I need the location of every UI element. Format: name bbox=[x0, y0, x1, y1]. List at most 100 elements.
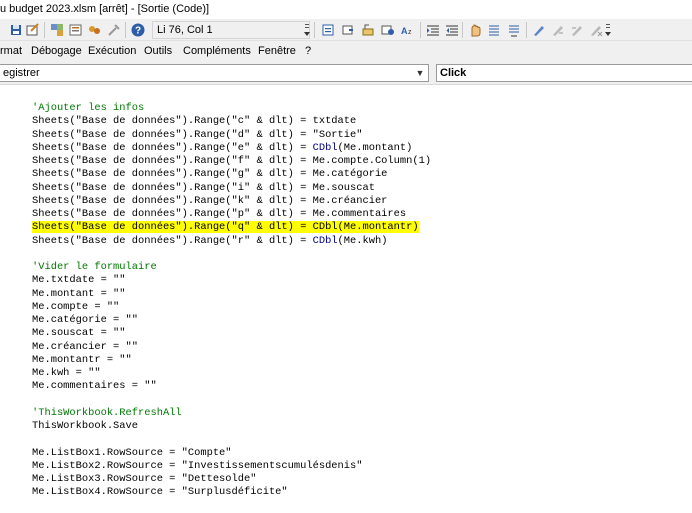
code-text: Me.ListBox2.RowSource = "Investissements… bbox=[32, 459, 363, 472]
menu-tools[interactable]: Outils bbox=[144, 45, 172, 57]
complete-word-icon[interactable]: Az bbox=[400, 22, 416, 38]
code-text: Me.montant = "" bbox=[32, 287, 126, 300]
param-info-icon[interactable] bbox=[380, 22, 396, 38]
procedure-selector[interactable]: Click bbox=[436, 64, 692, 82]
code-editor[interactable]: 'Ajouter les infos Sheets("Base de donnée… bbox=[0, 84, 692, 513]
code-line[interactable]: Me.txtdate = "" bbox=[32, 274, 126, 287]
svg-text:?: ? bbox=[135, 26, 141, 37]
code-text: Sheets("Base de données").Range("k" & dl… bbox=[32, 194, 388, 207]
code-line[interactable]: Me.souscat = "" bbox=[32, 327, 126, 340]
menu-addins[interactable]: Compléments bbox=[183, 45, 251, 57]
code-line[interactable]: 'ThisWorkbook.RefreshAll bbox=[32, 407, 182, 420]
menu-window[interactable]: Fenêtre bbox=[258, 45, 296, 57]
code-text: Sheets("Base de données").Range("i" & dl… bbox=[32, 181, 375, 194]
code-text: Me.créancier = "" bbox=[32, 340, 139, 353]
object-selector[interactable]: egistrer ▼ bbox=[0, 64, 429, 82]
code-line[interactable]: Me.catégorie = "" bbox=[32, 314, 138, 327]
toggle-breakpoint-icon[interactable] bbox=[467, 22, 483, 38]
standard-toolbar: ? Li 76, Col 1 Az bbox=[0, 19, 692, 41]
code-text: Me.txtdate = "" bbox=[32, 274, 126, 287]
title-bar: u budget 2023.xlsm [arrêt] - [Sortie (Co… bbox=[0, 0, 692, 19]
vba-project-icon[interactable] bbox=[49, 22, 65, 38]
toolbar-grip[interactable] bbox=[304, 21, 310, 39]
uncomment-icon[interactable] bbox=[506, 22, 522, 38]
save-icon[interactable] bbox=[8, 22, 24, 38]
code-line[interactable]: 'Ajouter les infos bbox=[32, 102, 144, 115]
prev-bookmark-icon[interactable] bbox=[569, 22, 585, 38]
code-comment: 'Ajouter les infos bbox=[32, 102, 145, 114]
quick-info-icon[interactable] bbox=[360, 22, 376, 38]
code-text: Me.souscat = "" bbox=[32, 327, 126, 340]
code-text: Sheets("Base de données").Range("e" & dl… bbox=[32, 141, 313, 154]
menu-help[interactable]: ? bbox=[305, 45, 311, 57]
insert-module-icon[interactable] bbox=[25, 22, 41, 38]
list-constants-icon[interactable] bbox=[340, 22, 356, 38]
menu-bar: rmat Débogage Exécution Outils Complémen… bbox=[0, 41, 692, 62]
code-text: Me.catégorie = "" bbox=[32, 314, 139, 326]
object-selector-value: egistrer bbox=[3, 67, 40, 79]
code-text: Sheets("Base de données").Range("f" & dl… bbox=[32, 155, 432, 167]
clear-bookmarks-icon[interactable] bbox=[588, 22, 604, 38]
code-line[interactable]: Sheets("Base de données").Range("r" & dl… bbox=[32, 235, 387, 248]
code-line[interactable]: Me.montant = "" bbox=[32, 288, 126, 301]
code-line[interactable]: Me.créancier = "" bbox=[32, 341, 138, 354]
code-text: Sheets("Base de données").Range("d" & dl… bbox=[32, 128, 363, 141]
code-text: Me.ListBox3.RowSource = "Dettesolde" bbox=[32, 473, 257, 485]
code-line[interactable]: Sheets("Base de données").Range("e" & dl… bbox=[32, 142, 412, 155]
window-title: u budget 2023.xlsm [arrêt] - [Sortie (Co… bbox=[0, 3, 210, 15]
svg-text:A: A bbox=[401, 26, 408, 36]
code-text: Me.ListBox4.RowSource = "Surplusdéficite… bbox=[32, 486, 288, 499]
list-properties-icon[interactable] bbox=[320, 22, 336, 38]
position-label: Li 76, Col 1 bbox=[157, 24, 213, 36]
code-text: Sheets("Base de données").Range("p" & dl… bbox=[32, 208, 407, 220]
cursor-position: Li 76, Col 1 bbox=[152, 21, 310, 39]
code-line[interactable]: Sheets("Base de données").Range("q" & dl… bbox=[32, 221, 419, 234]
chevron-down-icon[interactable]: ▼ bbox=[412, 65, 428, 81]
outdent-icon[interactable] bbox=[444, 22, 460, 38]
help-icon[interactable]: ? bbox=[130, 22, 146, 38]
object-browser-icon[interactable] bbox=[86, 22, 102, 38]
menu-run[interactable]: Exécution bbox=[88, 45, 136, 57]
highlighted-statement: Sheets("Base de données").Range("q" & dl… bbox=[32, 221, 419, 234]
code-line[interactable]: Sheets("Base de données").Range("c" & dl… bbox=[32, 115, 356, 128]
code-line[interactable]: ThisWorkbook.Save bbox=[32, 420, 138, 433]
bookmark-icon[interactable] bbox=[531, 22, 547, 38]
code-line[interactable]: Me.kwh = "" bbox=[32, 367, 101, 380]
code-text: ThisWorkbook.Save bbox=[32, 420, 139, 432]
code-text: Me.compte = "" bbox=[32, 300, 120, 313]
code-line[interactable]: Me.ListBox1.RowSource = "Compte" bbox=[32, 447, 232, 460]
toolbar-grip-end[interactable] bbox=[605, 21, 611, 39]
code-line[interactable]: 'Vider le formulaire bbox=[32, 261, 157, 274]
code-line[interactable]: Me.montantr = "" bbox=[32, 354, 132, 367]
code-line[interactable]: Me.commentaires = "" bbox=[32, 380, 157, 393]
code-text: Me.commentaires = "" bbox=[32, 380, 157, 393]
code-line[interactable]: Sheets("Base de données").Range("k" & dl… bbox=[32, 195, 387, 208]
code-text: Sheets("Base de données").Range("r" & dl… bbox=[32, 234, 313, 247]
code-line[interactable]: Me.ListBox2.RowSource = "Investissements… bbox=[32, 460, 362, 473]
code-comment: 'ThisWorkbook.RefreshAll bbox=[32, 406, 182, 419]
menu-debug[interactable]: Débogage bbox=[31, 45, 82, 57]
code-keyword: CDbl bbox=[312, 234, 338, 247]
code-line[interactable]: Me.ListBox3.RowSource = "Dettesolde" bbox=[32, 473, 256, 486]
next-bookmark-icon[interactable] bbox=[550, 22, 566, 38]
code-line[interactable]: Sheets("Base de données").Range("i" & dl… bbox=[32, 182, 375, 195]
code-line[interactable]: Sheets("Base de données").Range("f" & dl… bbox=[32, 155, 431, 168]
svg-text:z: z bbox=[408, 29, 412, 36]
code-line[interactable]: Sheets("Base de données").Range("p" & dl… bbox=[32, 208, 406, 221]
indent-icon[interactable] bbox=[425, 22, 441, 38]
properties-icon[interactable] bbox=[68, 22, 84, 38]
code-text: (Me.montant) bbox=[337, 141, 413, 154]
code-text: Me.montantr = "" bbox=[32, 353, 132, 366]
code-text: Me.ListBox1.RowSource = "Compte" bbox=[32, 446, 232, 459]
code-line[interactable]: Sheets("Base de données").Range("g" & dl… bbox=[32, 168, 387, 181]
selector-bar: egistrer ▼ Click bbox=[0, 62, 692, 84]
code-text: Me.kwh = "" bbox=[32, 367, 101, 379]
procedure-selector-value: Click bbox=[440, 67, 467, 79]
code-line[interactable]: Me.compte = "" bbox=[32, 301, 119, 314]
code-line[interactable]: Me.ListBox4.RowSource = "Surplusdéficite… bbox=[32, 486, 288, 499]
toolbox-icon[interactable] bbox=[106, 22, 122, 38]
comment-icon[interactable] bbox=[486, 22, 502, 38]
code-text: (Me.kwh) bbox=[337, 234, 388, 247]
menu-format[interactable]: rmat bbox=[0, 45, 22, 57]
code-line[interactable]: Sheets("Base de données").Range("d" & dl… bbox=[32, 129, 362, 142]
